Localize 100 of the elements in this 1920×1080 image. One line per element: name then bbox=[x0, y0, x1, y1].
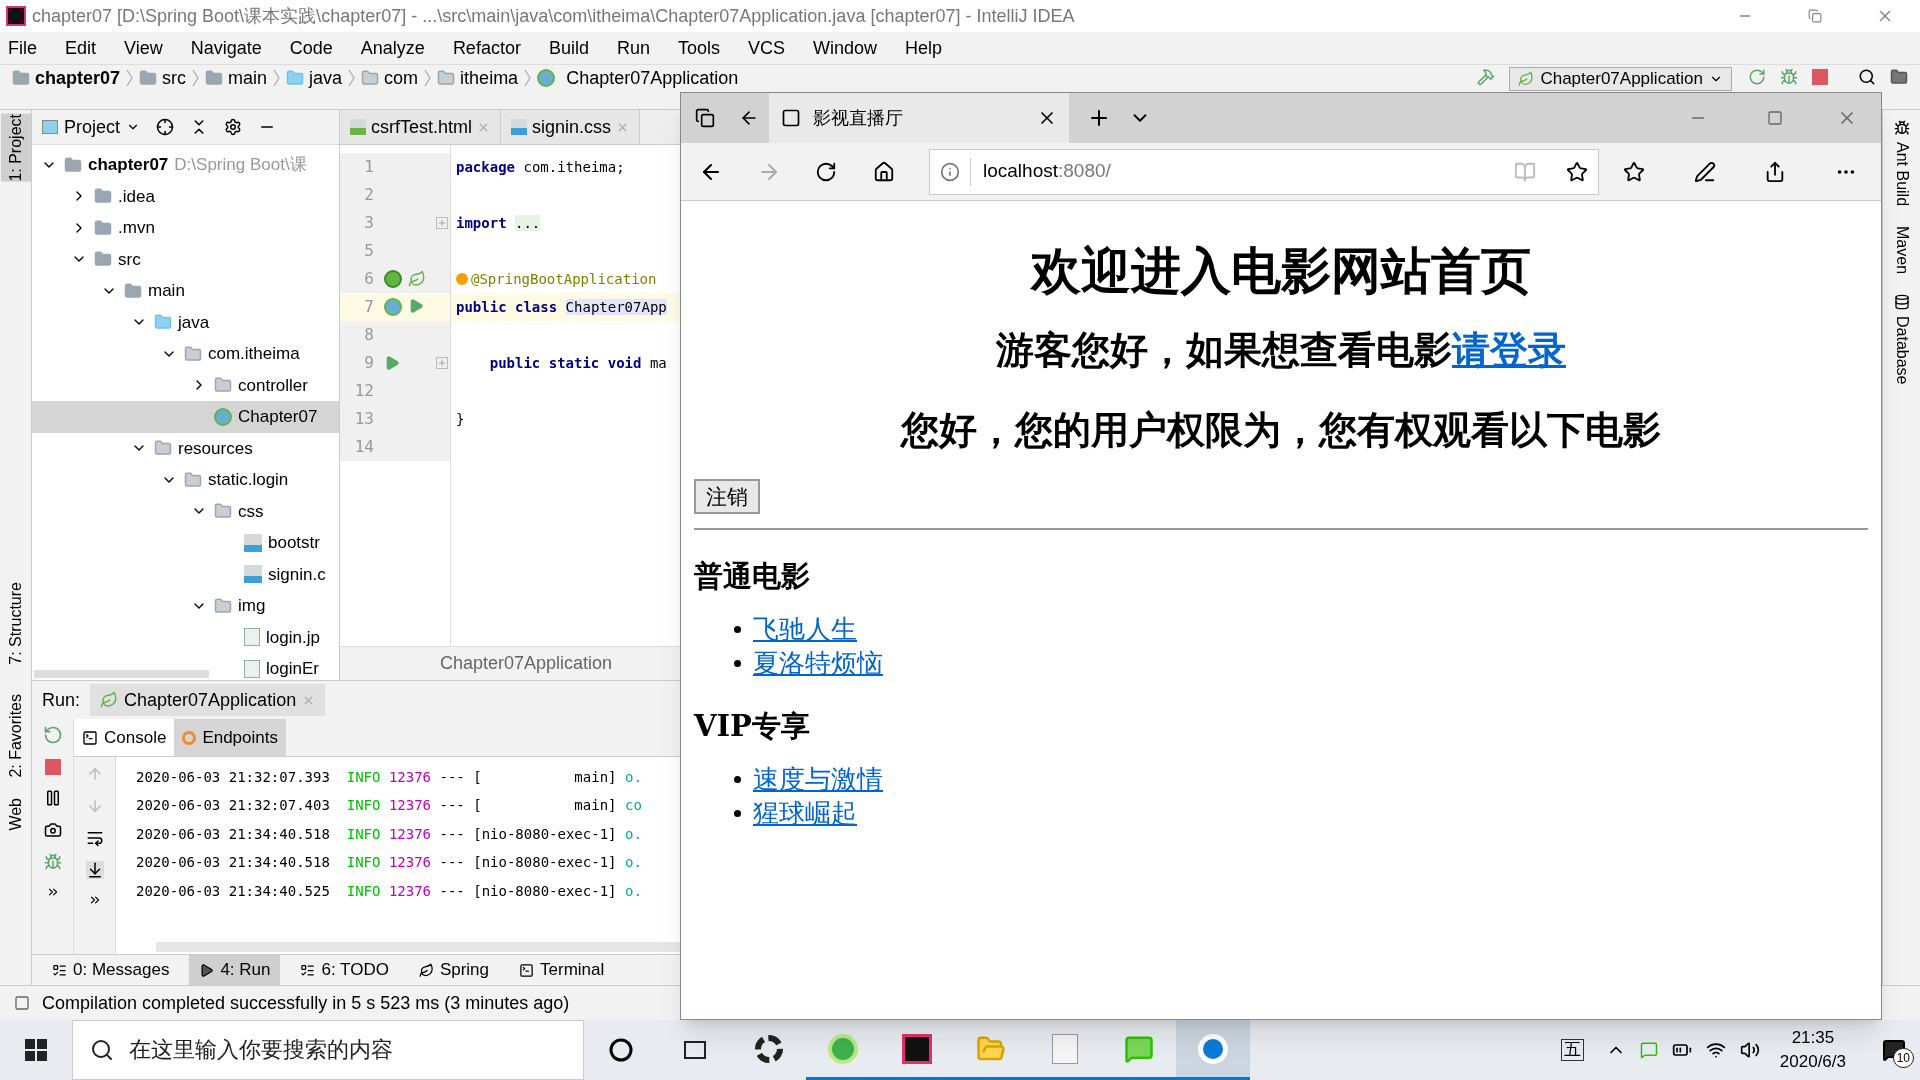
run-tab[interactable]: Endpoints bbox=[174, 719, 286, 756]
bug-icon[interactable] bbox=[43, 853, 62, 871]
maximize-icon[interactable] bbox=[1767, 110, 1783, 126]
run-tab[interactable]: Console bbox=[74, 719, 175, 756]
menu-item[interactable]: Refactor bbox=[446, 34, 527, 62]
menu-item[interactable]: Run bbox=[610, 34, 656, 62]
tool-window-tab[interactable]: Database bbox=[1889, 294, 1914, 385]
tree-item[interactable]: static.login bbox=[32, 464, 339, 496]
star-icon[interactable] bbox=[1566, 160, 1588, 183]
tree-item[interactable]: resources bbox=[32, 432, 339, 464]
menu-item[interactable]: Help bbox=[899, 34, 949, 62]
menu-item[interactable]: View bbox=[118, 34, 169, 62]
task-view-icon[interactable] bbox=[684, 1041, 706, 1059]
tree-item[interactable]: java bbox=[32, 306, 339, 338]
tree-item[interactable]: src bbox=[32, 243, 339, 275]
restore-icon[interactable] bbox=[1808, 9, 1822, 23]
rerun-icon[interactable] bbox=[1748, 68, 1766, 86]
tool-window-tab[interactable]: Maven bbox=[1889, 226, 1914, 275]
project-structure-icon[interactable] bbox=[1890, 68, 1908, 86]
breadcrumb-item[interactable]: chapter07 bbox=[35, 67, 121, 89]
browser-tab[interactable]: 影视直播厅 bbox=[769, 93, 1069, 143]
scrollbar[interactable] bbox=[156, 942, 680, 952]
clock[interactable]: 21:35 2020/6/3 bbox=[1779, 1026, 1846, 1074]
menu-item[interactable]: Build bbox=[542, 34, 595, 62]
info-icon[interactable] bbox=[940, 161, 960, 182]
tool-window-tab[interactable]: 2: Favorites bbox=[0, 694, 31, 778]
logout-button[interactable]: 注销 bbox=[694, 479, 760, 514]
breadcrumb-item[interactable]: main bbox=[228, 67, 268, 89]
cortana-icon[interactable] bbox=[609, 1038, 633, 1062]
tool-window-tab[interactable]: Web bbox=[0, 797, 31, 831]
favorites-icon[interactable] bbox=[1623, 160, 1646, 183]
menu-item[interactable]: File bbox=[2, 34, 43, 62]
pen-icon[interactable] bbox=[1693, 160, 1716, 183]
menu-item[interactable]: Tools bbox=[671, 34, 726, 62]
breadcrumb-item[interactable]: com bbox=[384, 67, 419, 89]
tool-window-tab[interactable]: Spring bbox=[408, 954, 500, 986]
rerun-icon[interactable] bbox=[42, 725, 63, 745]
breadcrumb-item[interactable]: src bbox=[162, 67, 187, 89]
tree-item[interactable]: loginEr bbox=[32, 653, 339, 680]
settings-icon[interactable] bbox=[224, 118, 243, 136]
wifi-icon[interactable] bbox=[1705, 1040, 1726, 1060]
menu-item[interactable]: Window bbox=[807, 34, 884, 62]
run-config-tab[interactable]: Chapter07Application bbox=[90, 684, 326, 716]
package-icon bbox=[214, 502, 232, 521]
tree-item[interactable]: controller bbox=[32, 369, 339, 401]
tool-window-tab[interactable]: 6: TODO bbox=[290, 954, 399, 986]
run-icon[interactable] bbox=[384, 355, 400, 371]
tree-item[interactable]: Chapter07 bbox=[32, 401, 339, 433]
menu-item[interactable]: Code bbox=[283, 34, 339, 62]
messages-icon bbox=[52, 962, 67, 978]
input-method-indicator[interactable]: 五 bbox=[1560, 1039, 1584, 1061]
refresh-icon[interactable] bbox=[815, 160, 837, 183]
run-icon[interactable] bbox=[408, 298, 424, 314]
locate-icon[interactable] bbox=[156, 118, 175, 136]
search-icon[interactable] bbox=[1858, 68, 1876, 86]
address-bar[interactable]: localhost:8080/ bbox=[929, 148, 1599, 195]
editor-tab[interactable]: signin.css bbox=[501, 110, 641, 144]
editor-tab[interactable]: csrfTest.html bbox=[340, 110, 501, 144]
bug-icon[interactable] bbox=[1780, 68, 1798, 86]
tree-item[interactable]: com.itheima bbox=[32, 338, 339, 370]
breadcrumb-item[interactable]: itheima bbox=[460, 67, 519, 89]
document-icon bbox=[1052, 1033, 1078, 1064]
tool-window-tab[interactable]: 7: Structure bbox=[0, 581, 31, 665]
tree-item[interactable]: css bbox=[32, 495, 339, 527]
breadcrumb-item[interactable]: java bbox=[309, 67, 343, 89]
home-icon[interactable] bbox=[873, 160, 895, 183]
menu-item[interactable]: Edit bbox=[59, 34, 103, 62]
tree-item[interactable]: img bbox=[32, 590, 339, 622]
code-line: @SpringBootApplication bbox=[471, 269, 657, 289]
tool-window-tab[interactable]: Terminal bbox=[509, 954, 615, 986]
login-link[interactable]: 请登录 bbox=[1452, 328, 1566, 372]
camera-icon[interactable] bbox=[43, 821, 62, 839]
tree-item[interactable]: signin.c bbox=[32, 558, 339, 590]
stop-icon[interactable] bbox=[44, 759, 61, 775]
menu-item[interactable]: VCS bbox=[742, 34, 791, 62]
tree-item[interactable]: login.jp bbox=[32, 621, 339, 653]
tool-window-tab[interactable]: 0: Messages bbox=[42, 954, 180, 986]
code-line: public static void ma bbox=[488, 353, 667, 373]
breadcrumb-item[interactable]: Chapter07Application bbox=[566, 67, 739, 89]
scrollbar[interactable] bbox=[34, 670, 209, 678]
tabs-aside-icon[interactable] bbox=[695, 108, 715, 128]
tree-item[interactable]: bootstr bbox=[32, 527, 339, 559]
hammer-icon[interactable] bbox=[1477, 68, 1496, 86]
wrap-icon[interactable] bbox=[85, 829, 104, 847]
tool-window-tab[interactable]: 4: Run bbox=[189, 954, 281, 986]
separator-icon bbox=[524, 69, 532, 87]
menu-item[interactable]: Analyze bbox=[354, 34, 431, 62]
tool-window-tab[interactable]: Ant Build bbox=[1889, 120, 1914, 207]
run-config-dropdown[interactable]: Chapter07Application bbox=[1509, 67, 1732, 91]
tree-item[interactable]: .mvn bbox=[32, 212, 339, 244]
volume-icon[interactable] bbox=[1739, 1040, 1760, 1060]
scroll-to-end-icon[interactable] bbox=[85, 861, 104, 879]
search-field[interactable]: 在这里输入你要搜索的内容 bbox=[72, 1020, 584, 1080]
tree-item[interactable]: main bbox=[32, 275, 339, 307]
tree-item[interactable]: chapter07 D:\Spring Boot\课 bbox=[32, 149, 339, 181]
bean-icon[interactable] bbox=[384, 270, 402, 288]
windows-logo-icon[interactable] bbox=[25, 1039, 47, 1061]
tool-window-tab[interactable]: 1: Project bbox=[0, 114, 31, 182]
menu-item[interactable]: Navigate bbox=[184, 34, 268, 62]
tree-item[interactable]: .idea bbox=[32, 180, 339, 212]
